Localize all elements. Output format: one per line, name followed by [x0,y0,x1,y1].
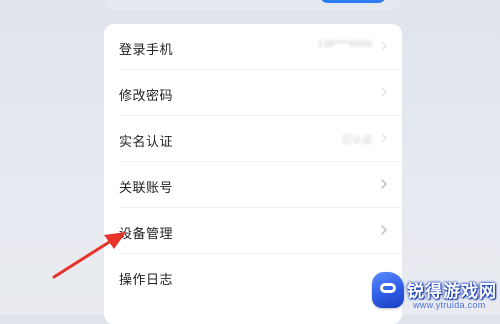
settings-row-real-name[interactable]: 实名认证 已认证 [104,116,402,162]
ruida-game-logo-icon [372,272,404,308]
row-value: 138****6666 [317,39,373,50]
settings-row-linked-accounts[interactable]: 关联账号 [104,162,402,208]
row-value: 已认证 [342,135,372,146]
chevron-right-icon [381,41,387,51]
chevron-right-icon [381,179,387,189]
row-label: 实名认证 [119,134,174,149]
chevron-right-icon [381,133,387,143]
settings-row-device-management[interactable]: 设备管理 [104,208,402,254]
red-arrow-annotation [52,232,126,279]
row-label: 修改密码 [119,88,174,103]
watermark-title: 锐得游戏网 [407,282,497,301]
watermark-url: www.ytruida.com [413,300,486,310]
chevron-right-icon [381,225,387,235]
settings-row-operation-log[interactable]: 操作日志 [104,254,402,300]
row-label: 登录手机 [119,42,174,57]
site-watermark: 锐得游戏网 www.ytruida.com [367,268,500,315]
settings-row-change-password[interactable]: 修改密码 [104,70,402,116]
chevron-right-icon [381,87,387,97]
top-action-button[interactable] [320,0,386,3]
settings-row-login-phone[interactable]: 登录手机 138****6666 [104,24,402,70]
account-settings-card: 登录手机 138****6666 修改密码 实名认证 已认证 关联账号 设备管理… [104,24,402,324]
row-label: 关联账号 [119,180,174,195]
